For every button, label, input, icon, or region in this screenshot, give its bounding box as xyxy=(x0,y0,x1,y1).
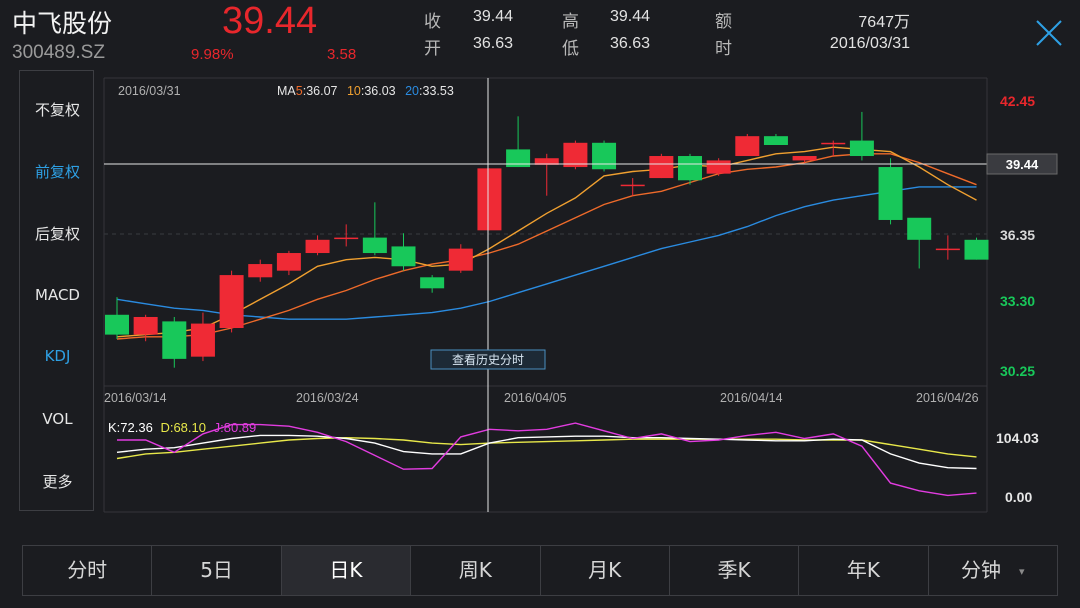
candle-body xyxy=(448,248,473,271)
candle-body xyxy=(620,184,645,187)
tab-monthly-k-label: 月K xyxy=(588,558,622,582)
x-date-label-0: 2016/03/14 xyxy=(104,391,167,405)
candle-body xyxy=(248,264,273,278)
candle-body xyxy=(391,246,416,267)
y-tick-33-30: 33.30 xyxy=(1000,293,1035,309)
kdj-d-line xyxy=(116,436,977,460)
candle-body xyxy=(849,140,874,157)
chart-date-label: 2016/03/31 xyxy=(118,84,181,98)
y-tick-36-35: 36.35 xyxy=(1000,227,1035,243)
y-tick-42-45: 42.45 xyxy=(1000,93,1035,109)
candle-body xyxy=(592,142,617,170)
tab-weekly-k-label: 周K xyxy=(458,558,492,582)
kline-chart[interactable]: 2016/03/31 MA5:36.07 10:36.03 20:33.53 3… xyxy=(0,0,1080,545)
candle-body xyxy=(735,136,760,157)
candle-body xyxy=(763,136,788,145)
candle-body xyxy=(649,156,674,179)
candle-body xyxy=(907,217,932,240)
candle-body xyxy=(305,239,330,254)
x-date-label-2: 2016/04/05 xyxy=(504,391,567,405)
candle-body xyxy=(420,277,445,289)
candle-body xyxy=(792,156,817,161)
ma20-value: 33.53 xyxy=(423,84,454,98)
tab-intraday-label: 分时 xyxy=(67,558,108,582)
ma10-period: 10 xyxy=(347,84,361,98)
ma20-period: 20 xyxy=(405,84,419,98)
candle-body xyxy=(362,237,387,254)
tab-minute[interactable]: 分钟 ▾ xyxy=(929,546,1057,595)
ma5-period: 5 xyxy=(296,84,303,98)
tab-5day[interactable]: 5日 xyxy=(152,546,282,595)
crosshair-price: 39.44 xyxy=(1006,157,1039,172)
candle-body xyxy=(219,275,244,329)
candle-body xyxy=(821,142,846,145)
ma-prefix: MA xyxy=(277,84,296,98)
x-date-label-4: 2016/04/26 xyxy=(916,391,979,405)
history-intraday-button[interactable]: 查看历史分时 xyxy=(452,353,524,367)
ma10-value: 36.03 xyxy=(364,84,395,98)
candle-body xyxy=(935,248,960,251)
k-label: K:72.36 xyxy=(108,420,153,435)
x-date-label-3: 2016/04/14 xyxy=(720,391,783,405)
tab-yearly-k[interactable]: 年K xyxy=(799,546,929,595)
ma-legend: MA5:36.07 10:36.03 20:33.53 xyxy=(277,84,454,98)
kdj-legend: K:72.36 D:68.10 J:80.89 xyxy=(108,420,256,435)
tab-quarterly-k[interactable]: 季K xyxy=(670,546,800,595)
kdj-tick-bottom: 0.00 xyxy=(1005,489,1032,505)
candle-body xyxy=(105,314,129,335)
tab-5day-label: 5日 xyxy=(200,558,233,582)
candle-body xyxy=(133,316,158,335)
j-label: J:80.89 xyxy=(214,420,257,435)
candle-body xyxy=(477,168,502,231)
candle-body xyxy=(563,142,588,168)
x-date-label-1: 2016/03/24 xyxy=(296,391,359,405)
candle-body xyxy=(190,323,215,357)
tab-weekly-k[interactable]: 周K xyxy=(411,546,541,595)
candles xyxy=(105,111,989,368)
d-label: D:68.10 xyxy=(160,420,206,435)
chevron-down-icon: ▾ xyxy=(1019,565,1025,578)
tab-intraday[interactable]: 分时 xyxy=(23,546,153,595)
tab-yearly-k-label: 年K xyxy=(846,558,880,582)
tab-daily-k-label: 日K xyxy=(329,558,363,582)
candle-body xyxy=(964,239,989,260)
period-tab-bar: 分时 5日 日K 周K 月K 季K 年K 分钟 ▾ xyxy=(22,545,1058,596)
candle-body xyxy=(162,321,187,359)
tab-quarterly-k-label: 季K xyxy=(717,558,751,582)
kdj-tick-top: 104.03 xyxy=(996,430,1039,446)
ma20-line xyxy=(116,186,977,320)
ma5-value: 36.07 xyxy=(306,84,337,98)
tab-monthly-k[interactable]: 月K xyxy=(541,546,670,595)
candle-body xyxy=(678,156,702,181)
candle-body xyxy=(706,160,731,174)
tab-minute-label: 分钟 xyxy=(961,558,1002,582)
y-tick-30-25: 30.25 xyxy=(1000,363,1035,379)
candle-body xyxy=(334,237,359,240)
candle-body xyxy=(878,167,903,220)
tab-daily-k[interactable]: 日K xyxy=(281,546,412,595)
candle-body xyxy=(276,253,301,271)
